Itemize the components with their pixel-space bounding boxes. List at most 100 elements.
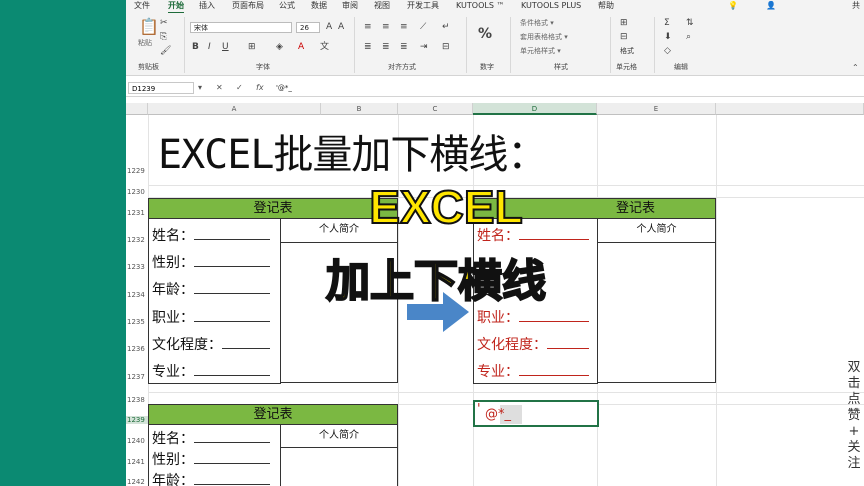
share-label[interactable]: 共 <box>852 0 860 12</box>
intro-cell-right[interactable] <box>597 242 716 383</box>
italic-icon[interactable]: I <box>208 42 211 52</box>
column-header-a[interactable]: A <box>148 103 321 115</box>
select-all-corner[interactable] <box>126 103 148 115</box>
formula-input[interactable]: '@*_ <box>276 82 292 94</box>
row-header[interactable]: 1237 <box>126 373 149 381</box>
row-header[interactable]: 1238 <box>126 396 149 404</box>
tab-home[interactable]: 开始 <box>168 0 184 14</box>
row-header[interactable]: 1232 <box>126 236 149 244</box>
tab-insert[interactable]: 插入 <box>199 0 215 12</box>
conditional-format-button[interactable]: 条件格式 ▾ <box>520 18 554 28</box>
row-header-selected[interactable]: 1239 <box>126 416 149 424</box>
tab-page-layout[interactable]: 页面布局 <box>232 0 264 12</box>
row-header[interactable]: 1230 <box>126 188 149 196</box>
tab-data[interactable]: 数据 <box>311 0 327 12</box>
phonetic-icon[interactable]: 文 <box>320 42 329 52</box>
name-box-dropdown-icon[interactable]: ▾ <box>198 82 202 94</box>
align-middle-icon[interactable]: ≡ <box>382 22 390 32</box>
table-header-bottom[interactable]: 登记表 <box>148 404 398 425</box>
tab-developer[interactable]: 开发工具 <box>407 0 439 12</box>
tab-kutools[interactable]: KUTOOLS ™ <box>456 0 504 12</box>
column-header-d[interactable]: D <box>473 103 597 115</box>
field-major-left[interactable]: 专业： <box>152 361 270 381</box>
name-box[interactable]: D1239 <box>128 82 194 94</box>
sort-filter-icon[interactable]: ⇅ <box>686 18 694 28</box>
bold-icon[interactable]: B <box>192 42 199 52</box>
autosum-icon[interactable]: Σ <box>664 18 670 28</box>
tab-file[interactable]: 文件 <box>134 0 150 12</box>
format-as-table-button[interactable]: 套用表格格式 ▾ <box>520 32 568 42</box>
align-left-icon[interactable]: ≣ <box>364 42 372 52</box>
number-format-icon[interactable]: % <box>478 27 492 41</box>
increase-font-icon[interactable]: A <box>326 22 332 32</box>
fill-icon[interactable]: ⬇ <box>664 32 672 42</box>
collapse-ribbon-icon[interactable]: ⌃ <box>852 63 859 73</box>
font-name-combo[interactable]: 宋体 <box>190 22 292 33</box>
paste-icon[interactable]: 📋 <box>139 19 159 35</box>
intro-header-bottom[interactable]: 个人简介 <box>280 424 398 448</box>
tab-formulas[interactable]: 公式 <box>279 0 295 12</box>
field-job-left[interactable]: 职业： <box>152 307 270 327</box>
field-education-left[interactable]: 文化程度： <box>152 334 270 354</box>
format-cells-button[interactable]: 格式 <box>620 46 634 56</box>
row-header[interactable]: 1233 <box>126 263 149 271</box>
cut-icon[interactable]: ✂ <box>160 18 168 28</box>
wrap-text-icon[interactable]: ↵ <box>442 22 450 32</box>
cancel-icon[interactable]: ✕ <box>216 82 223 94</box>
tab-view[interactable]: 视图 <box>374 0 390 12</box>
merge-center-icon[interactable]: ⊟ <box>442 42 450 52</box>
field-gender-bottom[interactable]: 性别： <box>152 449 270 469</box>
field-label: 专业： <box>477 364 519 380</box>
column-header-e[interactable]: E <box>597 103 716 115</box>
paste-label[interactable]: 粘贴 <box>138 38 152 48</box>
font-color-icon[interactable]: A <box>298 42 304 52</box>
format-painter-icon[interactable]: 🖌 <box>160 46 171 56</box>
indent-icon[interactable]: ⇥ <box>420 42 428 52</box>
copy-icon[interactable]: ⎘ <box>160 32 167 42</box>
row-header[interactable]: 1240 <box>126 437 149 445</box>
fill-color-icon[interactable]: ◈ <box>276 42 283 52</box>
field-major-right[interactable]: 专业： <box>477 361 589 381</box>
row-header[interactable]: 1231 <box>126 209 149 217</box>
cell-styles-button[interactable]: 单元格样式 ▾ <box>520 46 561 56</box>
enter-icon[interactable]: ✓ <box>236 82 243 94</box>
align-top-icon[interactable]: ≡ <box>364 22 372 32</box>
intro-cell-bottom[interactable] <box>280 447 398 486</box>
row-header[interactable]: 1234 <box>126 291 149 299</box>
decrease-font-icon[interactable]: A <box>338 22 344 32</box>
clear-icon[interactable]: ◇ <box>664 46 671 56</box>
field-age-left[interactable]: 年龄： <box>152 279 270 299</box>
delete-cells-icon[interactable]: ⊟ <box>620 32 628 42</box>
underline-icon[interactable]: U <box>222 42 229 52</box>
row-header[interactable]: 1235 <box>126 318 149 326</box>
field-name-left[interactable]: 姓名： <box>152 225 270 245</box>
align-center-icon[interactable]: ≣ <box>382 42 390 52</box>
align-right-icon[interactable]: ≣ <box>400 42 408 52</box>
column-header-c[interactable]: C <box>398 103 473 115</box>
active-cell-d1239[interactable]: ' @*_ <box>473 400 599 427</box>
row-header[interactable]: 1236 <box>126 345 149 353</box>
row-header[interactable]: 1229 <box>126 167 149 175</box>
insert-function-icon[interactable]: fx <box>256 82 264 94</box>
insert-cells-icon[interactable]: ⊞ <box>620 18 628 28</box>
tab-help[interactable]: 帮助 <box>598 0 614 12</box>
field-gender-left[interactable]: 性别： <box>152 252 270 272</box>
column-header-f[interactable] <box>716 103 864 115</box>
row-header[interactable]: 1242 <box>126 478 149 486</box>
font-size-combo[interactable]: 26 <box>296 22 320 33</box>
row-header[interactable]: 1241 <box>126 458 149 466</box>
borders-icon[interactable]: ⊞ <box>248 42 256 52</box>
tab-review[interactable]: 审阅 <box>342 0 358 12</box>
field-name-bottom[interactable]: 姓名： <box>152 428 270 448</box>
lightbulb-icon[interactable]: 💡 <box>728 0 738 12</box>
field-age-bottom[interactable]: 年龄： <box>152 470 270 486</box>
orientation-icon[interactable]: ⟋ <box>420 22 426 32</box>
align-bottom-icon[interactable]: ≡ <box>400 22 408 32</box>
find-select-icon[interactable]: ⌕ <box>686 32 691 42</box>
field-education-right[interactable]: 文化程度： <box>477 334 589 354</box>
tab-kutools-plus[interactable]: KUTOOLS PLUS <box>521 0 581 12</box>
column-header-b[interactable]: B <box>321 103 398 115</box>
field-job-right[interactable]: 职业： <box>477 307 589 327</box>
intro-header-right[interactable]: 个人简介 <box>597 218 716 243</box>
share-icon[interactable]: 👤 <box>766 0 776 12</box>
